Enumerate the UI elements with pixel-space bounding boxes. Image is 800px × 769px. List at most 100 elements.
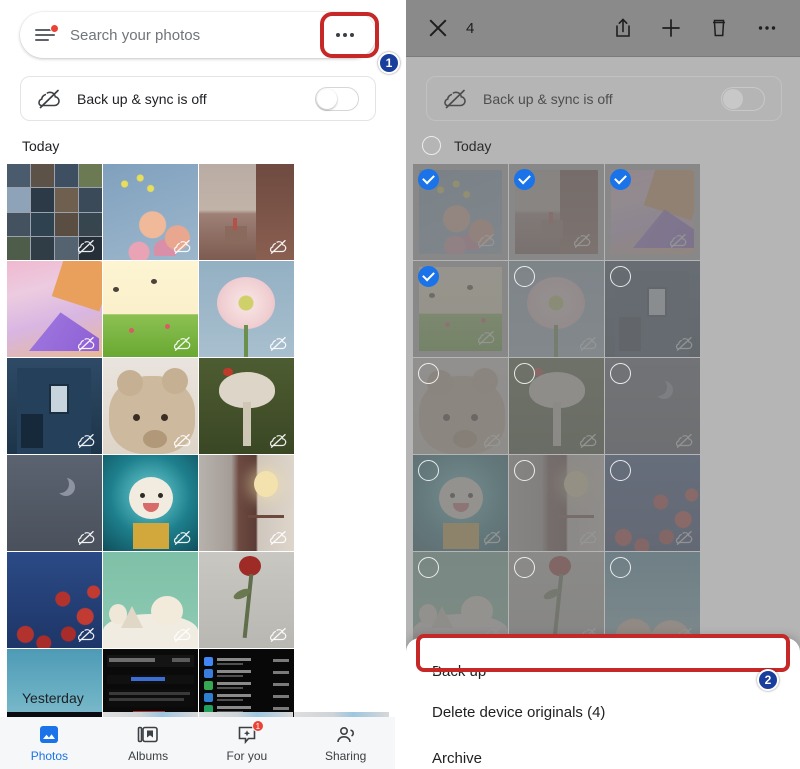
checkbox-unchecked-icon[interactable] [514,266,535,287]
photos-app-panel: Search your photos Back up & sync is off… [0,0,395,769]
backup-sync-row-dim: Back up & sync is off [426,76,782,121]
selection-count: 4 [466,19,475,37]
photo-thumbnail-selected[interactable] [605,164,700,260]
for-you-badge: 1 [251,719,264,732]
annotation-badge-2: 2 [757,669,779,691]
hamburger-menu-icon[interactable] [34,23,59,47]
cloud-off-icon [173,336,191,351]
nav-label-albums: Albums [128,748,169,763]
photos-icon [37,724,61,746]
sheet-item-delete-device-originals[interactable]: Delete device originals (4) [432,704,605,721]
photo-thumbnail[interactable] [103,261,198,357]
photo-thumbnail[interactable] [509,455,604,551]
photo-thumbnail[interactable] [413,358,508,454]
section-title-today: Today [22,138,60,154]
photo-thumbnail[interactable] [7,552,102,648]
checkbox-unchecked-icon[interactable] [610,557,631,578]
nav-item-for-you[interactable]: 1 For you [198,719,297,763]
cloud-off-icon [38,89,60,108]
photo-thumbnail[interactable] [605,455,700,551]
checkbox-unchecked-icon[interactable] [418,460,439,481]
photo-thumbnail[interactable] [7,164,102,260]
cloud-off-icon [269,530,287,545]
checkbox-unchecked-icon[interactable] [610,363,631,384]
nav-label-sharing: Sharing [324,748,367,763]
cloud-off-icon [269,433,287,448]
cloud-off-icon [269,627,287,642]
close-icon[interactable] [428,18,448,38]
photo-thumbnail[interactable] [509,261,604,357]
photo-thumbnail[interactable] [199,261,294,357]
section-title-yesterday: Yesterday [22,690,84,706]
photo-thumbnail[interactable] [103,552,198,648]
sharing-icon [334,724,358,746]
checkbox-unchecked-icon[interactable] [610,266,631,287]
notification-dot [50,24,59,33]
photo-thumbnail[interactable] [103,358,198,454]
backup-sync-label: Back up & sync is off [483,90,613,107]
photo-thumbnail[interactable] [605,358,700,454]
photo-thumbnail[interactable] [103,455,198,551]
checkbox-checked-icon[interactable] [418,169,439,190]
cloud-off-icon [173,627,191,642]
checkbox-checked-icon[interactable] [418,266,439,287]
annotation-highlight-back-up [416,634,790,672]
backup-sync-toggle [721,86,765,111]
nav-item-albums[interactable]: Albums [99,724,198,763]
annotation-highlight-more-options [320,12,379,58]
albums-icon [136,724,160,746]
cloud-off-icon [269,336,287,351]
more-options-icon[interactable] [756,17,778,39]
cloud-off-icon [269,239,287,254]
photo-thumbnail[interactable] [509,358,604,454]
checkbox-unchecked-icon[interactable] [610,460,631,481]
cloud-off-icon [77,239,95,254]
photo-thumbnail[interactable] [7,358,102,454]
photo-thumbnail[interactable] [199,164,294,260]
backup-sync-label: Back up & sync is off [77,90,207,107]
cloud-off-icon [173,530,191,545]
search-input[interactable]: Search your photos [70,27,328,44]
select-all-today-checkbox[interactable] [422,136,441,155]
cloud-off-icon [173,433,191,448]
cloud-off-icon [77,627,95,642]
cloud-off-icon [77,530,95,545]
plus-icon[interactable] [660,17,682,39]
photo-thumbnail[interactable] [199,455,294,551]
photo-thumbnail[interactable] [413,455,508,551]
checkbox-unchecked-icon[interactable] [514,557,535,578]
photo-thumbnail[interactable] [7,455,102,551]
trash-icon[interactable] [708,17,730,39]
photo-thumbnail-selected[interactable] [413,164,508,260]
photo-thumbnail[interactable] [103,164,198,260]
checkbox-unchecked-icon[interactable] [418,363,439,384]
photo-grid [7,164,389,769]
photo-thumbnail[interactable] [7,261,102,357]
nav-item-photos[interactable]: Photos [0,724,99,763]
backup-sync-toggle[interactable] [315,86,359,111]
cloud-off-icon [77,433,95,448]
checkbox-unchecked-icon[interactable] [418,557,439,578]
cloud-off-icon [77,336,95,351]
section-title-today: Today [454,138,492,154]
checkbox-unchecked-icon[interactable] [514,460,535,481]
selection-header: 4 [406,0,800,57]
nav-label-for-you: For you [226,748,268,763]
nav-item-sharing[interactable]: Sharing [296,724,395,763]
photo-thumbnail[interactable] [605,261,700,357]
sheet-item-archive[interactable]: Archive [432,750,482,767]
share-icon[interactable] [612,17,634,39]
cloud-off-icon [444,89,466,108]
bottom-navigation: Photos Albums 1 For you Sharing [0,717,395,769]
photo-thumbnail[interactable] [199,552,294,648]
checkbox-checked-icon[interactable] [610,169,631,190]
checkbox-checked-icon[interactable] [514,169,535,190]
nav-label-photos: Photos [30,748,69,763]
checkbox-unchecked-icon[interactable] [514,363,535,384]
photo-thumbnail[interactable] [199,358,294,454]
annotation-badge-1: 1 [378,52,400,74]
photo-thumbnail-selected[interactable] [509,164,604,260]
cloud-off-icon [173,239,191,254]
backup-sync-row[interactable]: Back up & sync is off [20,76,376,121]
photo-thumbnail-selected[interactable] [413,261,508,357]
